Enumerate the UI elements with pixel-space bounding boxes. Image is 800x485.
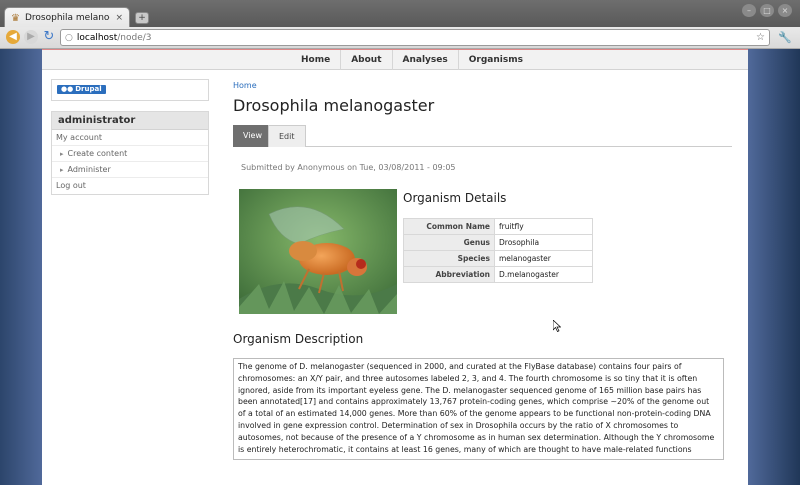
- desktop-background-right: [748, 49, 800, 485]
- tab-view[interactable]: View: [233, 125, 272, 147]
- new-tab-button[interactable]: +: [135, 12, 149, 24]
- organism-details-table: Common Name fruitfly Genus Drosophila Sp…: [403, 218, 593, 283]
- web-page: Home About Analyses Organisms ●● Drupal a…: [42, 49, 748, 485]
- sidebar-item-administer[interactable]: Administer: [52, 162, 208, 178]
- detail-label: Species: [403, 250, 495, 267]
- organism-image: [239, 189, 397, 314]
- bookmark-star-icon[interactable]: ☆: [756, 32, 765, 43]
- table-row: Genus Drosophila: [403, 234, 593, 251]
- drupal-logo-text: Drupal: [75, 85, 102, 93]
- local-tabs: View Edit: [233, 125, 732, 147]
- submitted-info: Submitted by Anonymous on Tue, 03/08/201…: [241, 163, 456, 172]
- nav-item-analyses[interactable]: Analyses: [391, 50, 458, 70]
- table-row: Abbreviation D.melanogaster: [403, 266, 593, 283]
- sidebar-item-create-content[interactable]: Create content: [52, 146, 208, 162]
- tab-edit[interactable]: Edit: [268, 125, 306, 147]
- drupal-logo[interactable]: ●● Drupal: [57, 84, 106, 94]
- detail-label: Genus: [403, 234, 495, 251]
- address-bar[interactable]: ○ localhost/node/3 ☆: [60, 29, 770, 46]
- browser-toolbar: ◀ ▶ ↻ ○ localhost/node/3 ☆ 🔧: [0, 27, 800, 49]
- user-block-title: administrator: [52, 112, 208, 130]
- sidebar-item-log-out[interactable]: Log out: [52, 178, 208, 194]
- nav-item-organisms[interactable]: Organisms: [457, 50, 533, 70]
- url-host: localhost: [76, 32, 118, 43]
- organism-details-title: Organism Details: [403, 191, 507, 205]
- close-tab-icon[interactable]: ×: [115, 13, 123, 23]
- detail-value: D.melanogaster: [494, 266, 593, 283]
- fruit-fly-image: [239, 189, 397, 314]
- detail-value: melanogaster: [494, 250, 593, 267]
- close-window-icon[interactable]: ×: [778, 4, 792, 17]
- table-row: Common Name fruitfly: [403, 218, 593, 235]
- reload-icon[interactable]: ↻: [42, 30, 56, 44]
- back-arrow-icon[interactable]: ◀: [6, 30, 20, 44]
- mouse-cursor-icon: [553, 320, 561, 332]
- browser-tab[interactable]: ♛ Drosophila melanoga… ×: [4, 7, 130, 28]
- page-title: Drosophila melanogaster: [233, 96, 435, 115]
- window-controls: – □ ×: [742, 4, 792, 17]
- desktop-background-left: [0, 49, 42, 485]
- table-row: Species melanogaster: [403, 250, 593, 267]
- drupal-drop-icon: ●●: [61, 85, 74, 93]
- browser-titlebar: ♛ Drosophila melanoga… × + – □ ×: [0, 0, 800, 28]
- nav-item-home[interactable]: Home: [291, 50, 340, 70]
- organism-description: The genome of D. melanogaster (sequenced…: [233, 358, 724, 460]
- detail-label: Common Name: [403, 218, 495, 235]
- main-content: Home Drosophila melanogaster View Edit S…: [233, 81, 733, 460]
- detail-value: fruitfly: [494, 218, 593, 235]
- minimize-icon[interactable]: –: [742, 4, 756, 17]
- favicon-icon: ♛: [11, 12, 20, 24]
- detail-value: Drosophila: [494, 234, 593, 251]
- powered-by-block: ●● Drupal: [51, 79, 209, 101]
- forward-arrow-icon[interactable]: ▶: [24, 30, 38, 44]
- url-path: /node/3: [117, 32, 152, 43]
- maximize-icon[interactable]: □: [760, 4, 774, 17]
- page-info-icon[interactable]: ○: [65, 33, 73, 43]
- browser-tab-title: Drosophila melanoga…: [24, 13, 110, 23]
- detail-label: Abbreviation: [403, 266, 495, 283]
- organism-description-title: Organism Description: [233, 332, 364, 346]
- primary-nav: Home About Analyses Organisms: [42, 50, 748, 70]
- user-menu-block: administrator My account Create content …: [51, 111, 209, 195]
- sidebar-item-my-account[interactable]: My account: [52, 130, 208, 146]
- breadcrumb[interactable]: Home: [233, 81, 733, 90]
- wrench-menu-icon[interactable]: 🔧: [778, 31, 792, 44]
- nav-item-about[interactable]: About: [340, 50, 391, 70]
